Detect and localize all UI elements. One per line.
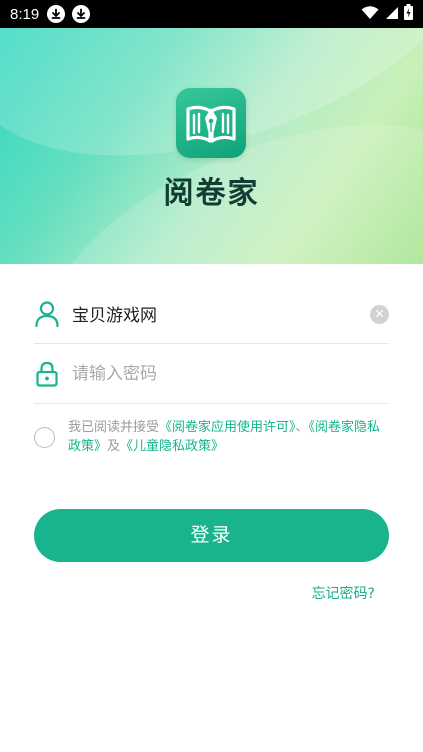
- agreement-conjunction: 及: [107, 439, 121, 454]
- user-icon: [35, 300, 59, 327]
- status-time: 8:19: [10, 5, 40, 23]
- app-title: 阅卷家: [163, 176, 260, 211]
- username-input[interactable]: [72, 303, 342, 324]
- username-field[interactable]: ✕: [34, 284, 389, 344]
- login-button[interactable]: 登录: [34, 509, 389, 562]
- status-bar: 8:19: [0, 0, 423, 28]
- agreement-text: 我已阅读并接受《阅卷家应用使用许可》、《阅卷家隐私政策》及《儿童隐私政策》: [68, 418, 389, 456]
- forgot-password-link[interactable]: 忘记密码?: [312, 583, 375, 603]
- license-link[interactable]: 《阅卷家应用使用许可》: [159, 420, 296, 435]
- password-input[interactable]: [72, 363, 342, 384]
- battery-charging-icon: [404, 4, 413, 24]
- download-icon: [47, 5, 66, 23]
- agreement-checkbox[interactable]: [34, 427, 55, 448]
- child-privacy-link[interactable]: 《儿童隐私政策》: [120, 439, 224, 454]
- lock-icon: [35, 361, 59, 387]
- clear-icon[interactable]: ✕: [370, 305, 389, 324]
- password-field[interactable]: [34, 344, 389, 404]
- hero-banner: 阅卷家: [0, 28, 423, 264]
- status-icons: [361, 4, 413, 24]
- agreement-separator: 、: [295, 420, 309, 435]
- download-icon: [72, 5, 91, 23]
- agreement-prefix: 我已阅读并接受: [68, 420, 160, 435]
- signal-icon: [384, 5, 399, 24]
- wifi-icon: [361, 5, 379, 24]
- book-pen-icon: [176, 88, 246, 158]
